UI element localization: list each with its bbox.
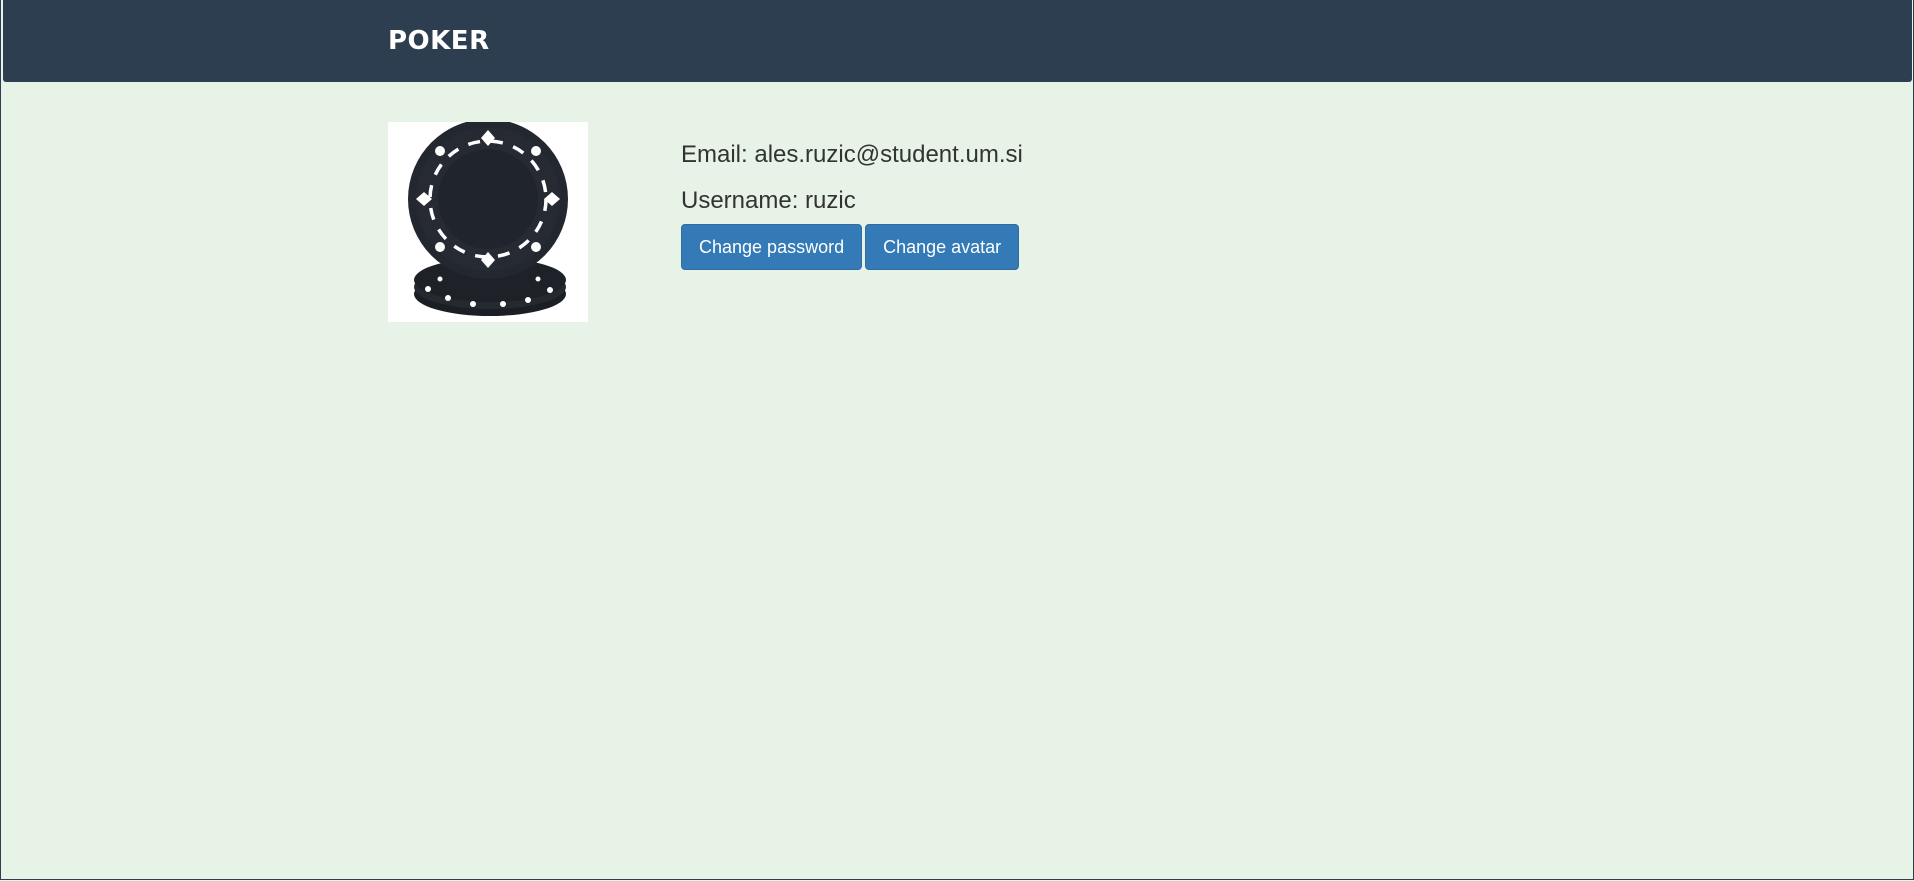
username-label: Username: — [681, 187, 799, 214]
email-value: ales.ruzic@student.um.si — [754, 141, 1023, 168]
navbar: POKER — [3, 0, 1912, 82]
poker-chip-icon — [408, 122, 568, 316]
email-row: Email: ales.ruzic@student.um.si — [681, 140, 1023, 186]
change-avatar-button[interactable]: Change avatar — [865, 224, 1020, 270]
profile-info: Email: ales.ruzic@student.um.si Username… — [681, 140, 1023, 232]
username-value: ruzic — [805, 187, 856, 214]
avatar — [388, 122, 588, 322]
change-password-button[interactable]: Change password — [681, 224, 863, 270]
page-frame: POKER Email: ales.ruzic@student.um.si Us… — [0, 0, 1914, 880]
email-label: Email: — [681, 141, 748, 168]
profile-actions: Change password Change avatar — [681, 224, 1020, 270]
brand-logo[interactable]: POKER — [388, 26, 490, 56]
